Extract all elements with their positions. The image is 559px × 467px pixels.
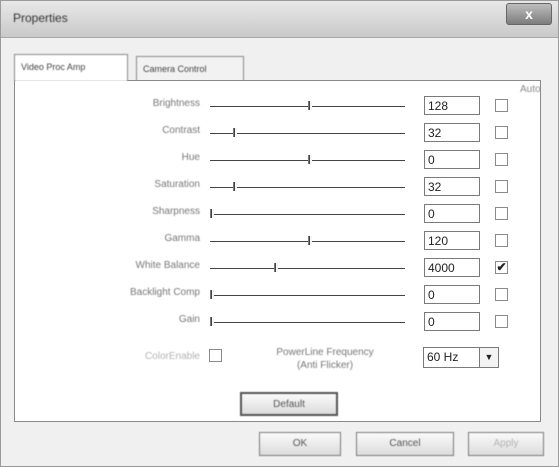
slider-track[interactable] <box>210 133 405 134</box>
color-enable-label: ColorEnable <box>144 351 200 362</box>
control-label: Backlight Comp <box>129 287 200 298</box>
powerline-label-line1: PowerLine Frequency <box>276 347 374 358</box>
auto-checkbox[interactable] <box>495 315 508 328</box>
value-field[interactable]: 32 <box>424 123 480 142</box>
auto-checkbox[interactable]: ✔ <box>495 261 508 274</box>
default-button[interactable]: Default <box>240 392 338 416</box>
auto-checkbox[interactable] <box>495 180 508 193</box>
value-field[interactable]: 0 <box>424 204 480 223</box>
slider-track[interactable] <box>210 295 405 296</box>
control-label: Brightness <box>152 98 200 109</box>
control-label: Contrast <box>162 125 200 136</box>
value-field[interactable]: 0 <box>424 312 480 331</box>
close-button[interactable]: x <box>506 3 552 25</box>
cancel-button[interactable]: Cancel <box>356 432 454 456</box>
control-label: White Balance <box>135 260 200 271</box>
value-field[interactable]: 120 <box>424 231 480 250</box>
slider-track[interactable] <box>210 322 405 323</box>
slider-thumb[interactable] <box>307 155 312 164</box>
control-label: Gain <box>178 314 200 325</box>
auto-checkbox[interactable] <box>495 234 508 247</box>
value-field[interactable]: 0 <box>424 150 480 169</box>
auto-checkbox[interactable] <box>495 153 508 166</box>
slider-track[interactable] <box>210 214 405 215</box>
slider-track[interactable] <box>210 268 405 269</box>
auto-column-header: Auto <box>520 84 541 95</box>
value-field[interactable]: 32 <box>424 177 480 196</box>
tab-camera-control[interactable]: Camera Control <box>136 56 244 81</box>
slider-thumb[interactable] <box>307 236 312 245</box>
slider-thumb[interactable] <box>307 101 312 110</box>
slider-thumb[interactable] <box>233 182 238 191</box>
tab-video-proc-amp[interactable]: Video Proc Amp <box>14 54 128 81</box>
powerline-label-line2: (Anti Flicker) <box>296 360 354 371</box>
auto-checkbox[interactable] <box>495 288 508 301</box>
color-enable-checkbox[interactable] <box>209 349 222 362</box>
apply-button[interactable]: Apply <box>468 432 544 456</box>
value-field[interactable]: 4000 <box>424 258 480 277</box>
dropdown-arrow-icon[interactable]: ▼ <box>479 348 498 367</box>
auto-checkbox[interactable] <box>495 99 508 112</box>
auto-checkbox[interactable] <box>495 207 508 220</box>
control-label: Hue <box>181 152 200 163</box>
control-label: Sharpness <box>152 206 200 217</box>
window-title: Properties <box>13 11 68 25</box>
slider-thumb[interactable] <box>210 209 214 218</box>
slider-thumb[interactable] <box>274 263 279 272</box>
title-bar[interactable]: Properties x <box>1 1 558 38</box>
slider-thumb[interactable] <box>210 317 214 326</box>
ok-button[interactable]: OK <box>259 432 341 456</box>
auto-checkbox[interactable] <box>495 126 508 139</box>
control-label: Saturation <box>154 179 200 190</box>
slider-thumb[interactable] <box>210 290 214 299</box>
value-field[interactable]: 0 <box>424 285 480 304</box>
slider-thumb[interactable] <box>233 128 238 137</box>
powerline-frequency-value: 60 Hz <box>427 350 459 364</box>
control-label: Gamma <box>164 233 200 244</box>
slider-track[interactable] <box>210 187 405 188</box>
value-field[interactable]: 128 <box>424 96 480 115</box>
powerline-frequency-select[interactable]: 60 Hz ▼ <box>423 347 499 368</box>
